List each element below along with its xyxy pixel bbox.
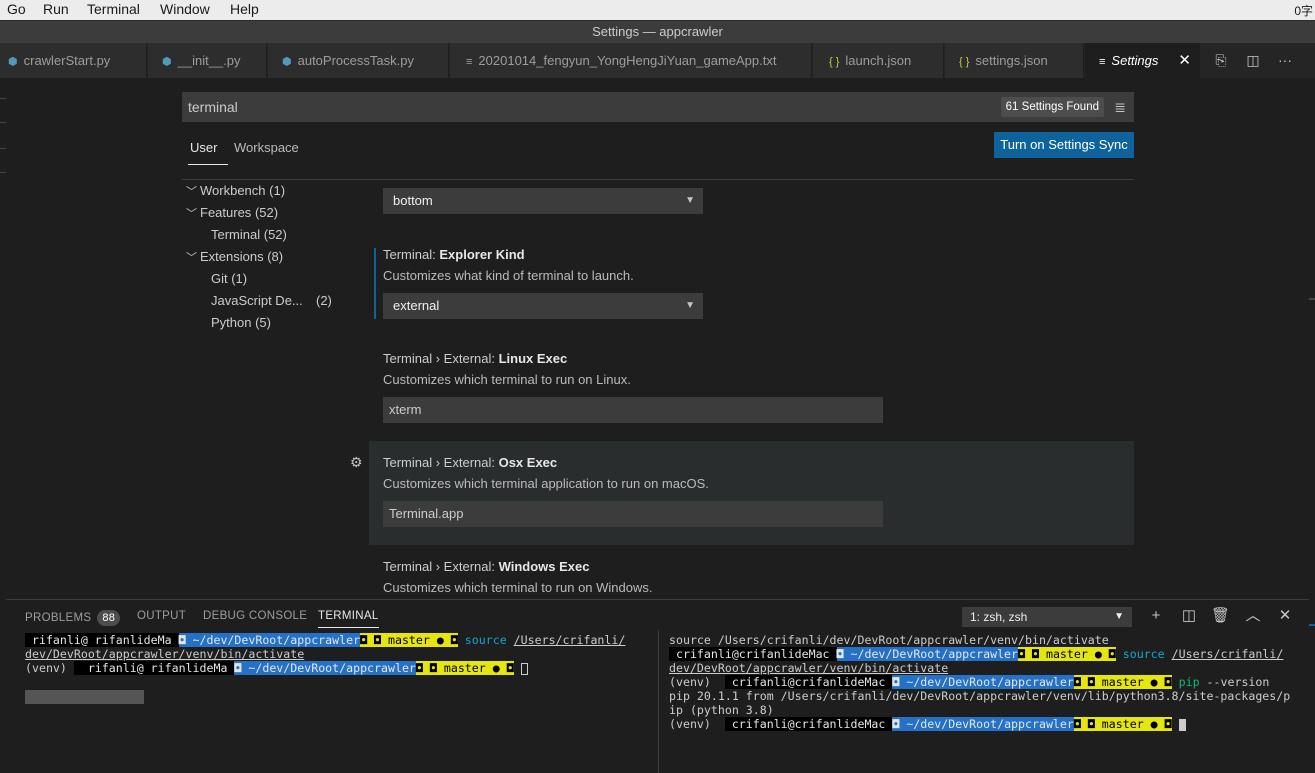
setting-title: Terminal › External: Windows Exec	[383, 559, 590, 574]
json-icon: { }	[959, 56, 970, 68]
menu-go[interactable]: Go	[7, 1, 26, 17]
osx-exec-input[interactable]: Terminal.app	[383, 501, 883, 527]
setting-description: Customizes what kind of terminal to laun…	[383, 268, 634, 283]
setting-explorer-kind: Terminal: Explorer Kind Customizes what …	[369, 238, 1134, 328]
setting-description: Customizes which terminal application to…	[383, 476, 709, 491]
toc-item-features[interactable]: ﹀ Features (52)	[186, 205, 346, 221]
chevron-up-icon[interactable]: ︿	[1244, 607, 1262, 625]
tab-settings-json[interactable]: { } settings.json	[945, 43, 1084, 78]
tab-autoprocesstask[interactable]: ⬢ autoProcessTask.py	[268, 43, 449, 78]
settings-sync-button[interactable]: Turn on Settings Sync	[994, 132, 1134, 158]
python-icon: ⬢	[8, 56, 18, 68]
menu-bar: Go Run Terminal Window Help 0字	[0, 0, 1315, 20]
setting-title: Terminal › External: Osx Exec	[383, 455, 558, 470]
tab-problems[interactable]: PROBLEMS 88	[25, 610, 121, 626]
setting-description: Customizes which terminal to run on Linu…	[383, 372, 631, 387]
explorer-kind-select[interactable]: external ▼	[383, 293, 703, 319]
terminal-selection-block	[25, 690, 144, 704]
tab-launch-json[interactable]: { } launch.json	[813, 43, 944, 78]
settings-file-icon: ≡	[1099, 56, 1106, 68]
trash-icon[interactable]: 🗑	[1211, 607, 1230, 625]
toc-item-git[interactable]: Git (1)	[211, 271, 247, 286]
tab-settings[interactable]: ≡ Settings ✕	[1085, 43, 1200, 78]
search-value: terminal	[188, 99, 238, 115]
setting-location: bottom ▼	[369, 184, 1134, 234]
tab-label: launch.json	[845, 53, 912, 68]
chevron-down-icon: ▼	[685, 300, 695, 311]
tab-crawlerstart[interactable]: ⬢ crawlerStart.py	[0, 43, 147, 78]
split-editor-icon[interactable]: ◫	[1244, 51, 1262, 69]
input-method-indicator[interactable]: 0字	[1294, 2, 1313, 19]
active-tab-underline	[188, 164, 228, 165]
toc-item-extensions[interactable]: ﹀ Extensions (8)	[186, 249, 346, 265]
plus-icon[interactable]: +	[1147, 607, 1165, 625]
menu-window[interactable]: Window	[160, 1, 210, 17]
window-title: Settings — appcrawler	[0, 20, 1315, 43]
tab-workspace[interactable]: Workspace	[234, 140, 299, 155]
toc-item-workbench[interactable]: ﹀ Workbench (1)	[186, 183, 346, 199]
tab-terminal[interactable]: TERMINAL	[318, 610, 379, 628]
split-terminal-icon[interactable]: ◫	[1180, 607, 1198, 625]
open-settings-json-icon[interactable]: ⎘	[1212, 51, 1230, 69]
linux-exec-input[interactable]: xterm	[383, 397, 883, 423]
bottom-panel: PROBLEMS 88 OUTPUT DEBUG CONSOLE TERMINAL…	[6, 599, 1309, 773]
more-actions-icon[interactable]: ···	[1276, 51, 1294, 69]
tab-label: crawlerStart.py	[23, 53, 111, 68]
setting-osx-exec: Terminal › External: Osx Exec Customizes…	[369, 441, 1134, 545]
tab-debug-console[interactable]: DEBUG CONSOLE	[203, 610, 307, 622]
menu-help[interactable]: Help	[230, 1, 259, 17]
terminal-cursor	[520, 662, 528, 675]
terminal-cursor	[1178, 718, 1186, 731]
tab-label: autoProcessTask.py	[297, 53, 414, 68]
python-icon: ⬢	[162, 56, 172, 68]
chevron-down-icon: ▼	[685, 195, 695, 206]
toc-item-terminal[interactable]: Terminal (52)	[211, 227, 287, 242]
tab-label: Settings	[1111, 53, 1159, 68]
chevron-down-icon: ﹀	[186, 252, 197, 264]
settings-found-badge: 61 Settings Found	[1000, 97, 1104, 117]
setting-title: Terminal: Explorer Kind	[383, 247, 525, 262]
right-gutter	[1309, 78, 1315, 772]
menu-terminal[interactable]: Terminal	[87, 1, 140, 17]
close-icon[interactable]: ✕	[1276, 607, 1294, 625]
tab-user[interactable]: User	[190, 140, 217, 155]
setting-description: Customizes which terminal to run on Wind…	[383, 580, 653, 595]
chevron-down-icon: ﹀	[186, 208, 197, 220]
tab-label: 20201014_fengyun_YongHengJiYuan_gameApp.…	[478, 53, 777, 68]
location-select[interactable]: bottom ▼	[383, 188, 703, 214]
tab-label: settings.json	[975, 53, 1048, 68]
setting-title: Terminal › External: Linux Exec	[383, 351, 568, 366]
filter-icon[interactable]: ≣	[1114, 92, 1126, 122]
terminal-right[interactable]: source /Users/crifanli/dev/DevRoot/appcr…	[669, 633, 1304, 731]
close-icon[interactable]: ✕	[1178, 43, 1191, 78]
divider	[182, 179, 1134, 180]
toc-item-python[interactable]: Python (5)	[211, 315, 271, 330]
text-file-icon: ≡	[466, 56, 473, 68]
editor-tab-bar: ⬢ crawlerStart.py ⬢ __init__.py ⬢ autoProce…	[0, 43, 1315, 78]
python-icon: ⬢	[282, 56, 292, 68]
json-icon: { }	[829, 56, 840, 68]
tab-gameapp-txt[interactable]: ≡ 20201014_fengyun_YongHengJiYuan_gameApp…	[450, 43, 812, 78]
setting-windows-exec: Terminal › External: Windows Exec Custom…	[369, 550, 1134, 598]
problems-count-badge: 88	[97, 610, 121, 626]
terminal-left[interactable]: rifanli@ rifanlideMa ◘ ~/dev/DevRoot/app…	[25, 633, 655, 675]
toc-item-javascript[interactable]: JavaScript De... (2)	[211, 293, 341, 308]
menu-run[interactable]: Run	[43, 1, 69, 17]
chevron-down-icon: ﹀	[186, 186, 197, 198]
tab-label: __init__.py	[177, 53, 241, 68]
chevron-down-icon: ▼	[1114, 611, 1124, 622]
settings-editor: terminal 61 Settings Found ≣ User Worksp…	[6, 78, 1309, 598]
tab-init[interactable]: ⬢ __init__.py	[148, 43, 267, 78]
setting-linux-exec: Terminal › External: Linux Exec Customiz…	[369, 342, 1134, 432]
tab-output[interactable]: OUTPUT	[137, 610, 186, 622]
terminal-select[interactable]: 1: zsh, zsh ▼	[962, 607, 1132, 627]
gear-icon[interactable]: ⚙	[350, 454, 363, 471]
terminal-split-divider[interactable]	[658, 630, 659, 773]
settings-search-input[interactable]: terminal 61 Settings Found ≣	[182, 92, 1134, 122]
